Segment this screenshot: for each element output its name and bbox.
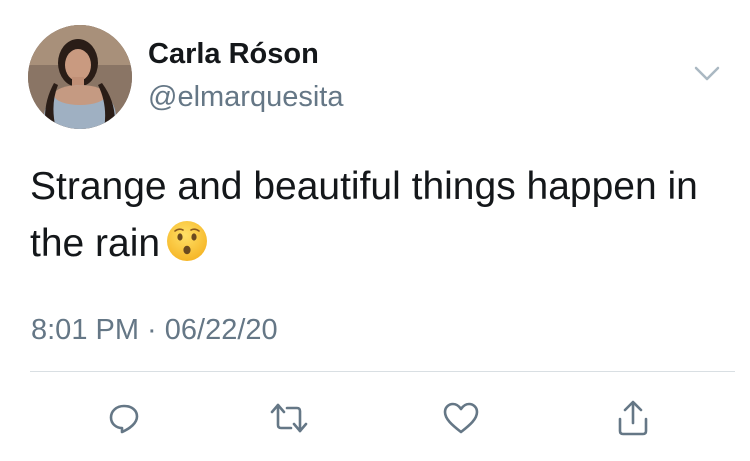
divider bbox=[30, 371, 735, 372]
retweet-button[interactable] bbox=[266, 395, 312, 441]
user-handle[interactable]: @elmarquesita bbox=[148, 81, 343, 114]
tweet-text: Strange and beautiful things happen in t… bbox=[30, 158, 730, 272]
tweet-text-line: Strange and beautiful things happen in bbox=[30, 165, 698, 208]
chevron-down-icon[interactable] bbox=[690, 62, 724, 86]
tweet-text-line: the rain bbox=[30, 215, 730, 272]
display-name[interactable]: Carla Róson bbox=[148, 38, 319, 71]
share-icon bbox=[618, 400, 648, 436]
tweet-timestamp[interactable]: 8:01 PM · 06/22/20 bbox=[31, 314, 278, 347]
share-button[interactable] bbox=[610, 395, 656, 441]
like-button[interactable] bbox=[438, 395, 484, 441]
retweet-icon bbox=[270, 403, 308, 433]
heart-icon bbox=[443, 402, 479, 434]
hushed-face-emoji bbox=[166, 220, 208, 262]
reply-icon bbox=[109, 404, 139, 434]
avatar[interactable] bbox=[28, 25, 132, 129]
tweet-card: Carla Róson @elmarquesita Strange and be… bbox=[0, 0, 750, 461]
reply-button[interactable] bbox=[101, 395, 147, 441]
tweet-text-fragment: the rain bbox=[30, 222, 161, 265]
